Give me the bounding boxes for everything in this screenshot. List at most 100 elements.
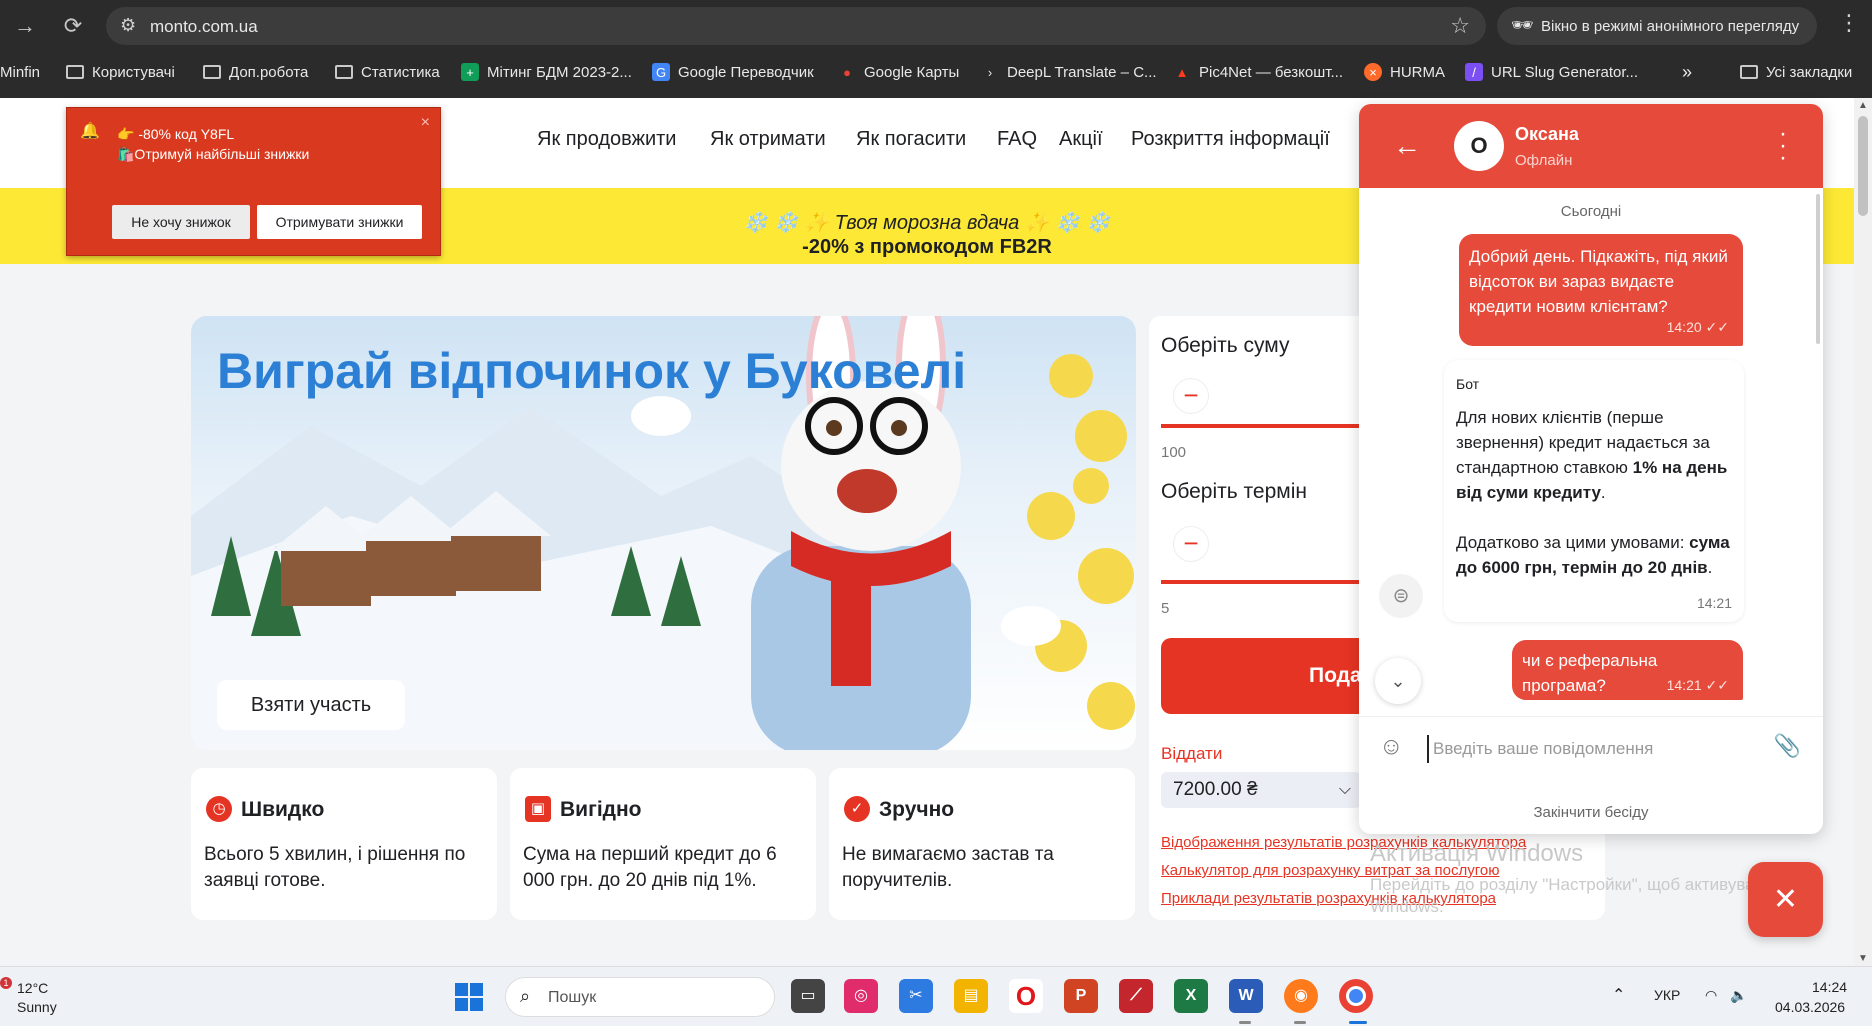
clock-time[interactable]: 14:24 [1812,979,1847,995]
nav-get[interactable]: Як отримати [710,128,826,151]
address-bar[interactable]: ⚙ monto.com.ua ☆ [106,7,1486,45]
feature-card-fast: ◷ Швидко Всього 5 хвилин, і рішення по з… [191,768,497,920]
forward-icon[interactable]: → [12,13,38,39]
bell-icon: 🔔 [80,123,100,140]
bookmark-label: Мітинг БДМ 2023-2... [487,63,632,81]
hurma-icon: × [1364,63,1382,81]
scrollbar-thumb[interactable] [1858,116,1868,216]
feature-title: Швидко [241,798,325,821]
bookmark-label: Статистика [361,63,440,81]
nav-repay[interactable]: Як погасити [856,128,966,151]
check-icon: ✓ [844,796,870,822]
hero-participate-button[interactable]: Взяти участь [217,680,405,730]
agent-status: Офлайн [1515,152,1573,169]
windows-taskbar: 1 12°C Sunny ⌕ Пошук ▭ ◎ ✂ ▤ O P ⟋ X W ◉… [0,966,1872,1026]
file-explorer-icon[interactable]: ▤ [954,979,988,1013]
wifi-icon[interactable]: ◠ [1705,987,1717,1004]
notification-close-icon[interactable]: × [421,114,430,132]
incognito-indicator[interactable]: 🕶 Вікно в режимі анонімного перегляду [1497,7,1817,45]
back-arrow-icon[interactable]: ← [1393,130,1421,162]
search-icon: ⌕ [520,986,531,1006]
bookmark-star-icon[interactable]: ☆ [1450,13,1470,39]
site-info-icon[interactable]: ⚙ [120,15,136,36]
slug-icon: / [1465,63,1483,81]
nav-promotions[interactable]: Акції [1059,128,1103,151]
browser-menu-icon[interactable]: ⋮ [1838,10,1860,36]
chat-scrollbar[interactable] [1816,194,1820,344]
nav-faq[interactable]: FAQ [997,128,1037,151]
bookmark-pic4net[interactable]: ▲ Pic4Net — безкошт... [1173,61,1343,83]
chat-close-button[interactable]: ✕ [1748,862,1823,937]
reload-icon[interactable]: ⟳ [60,13,86,39]
pdf-reader-icon[interactable]: ⟋ [1119,979,1153,1013]
term-min: 5 [1161,600,1170,617]
scroll-down-icon[interactable]: ▼ [1858,953,1868,964]
folder-icon [335,65,353,79]
firefox-icon[interactable]: ◉ [1284,979,1318,1013]
message-text: чи є реферальна програма? [1522,651,1658,695]
bookmark-minfin[interactable]: Minfin [0,61,40,83]
message-time: 14:21 ✓✓ [1666,677,1729,693]
message-text: Добрий день. Підкажіть, під який відсото… [1469,247,1728,316]
message-time: 14:21 [1696,595,1732,611]
excel-icon[interactable]: X [1174,979,1208,1013]
decline-discounts-button[interactable]: Не хочу знижок [112,205,250,239]
chat-menu-icon[interactable]: · · · [1779,122,1787,170]
pic4net-icon: ▲ [1175,64,1189,80]
weather-description[interactable]: Sunny [17,999,57,1015]
nav-extend[interactable]: Як продовжити [537,128,676,151]
powerpoint-icon[interactable]: P [1064,979,1098,1013]
emoji-icon[interactable]: ☺ [1379,733,1404,761]
weather-temperature[interactable]: 12°C [17,980,48,996]
clock-icon: ◷ [206,796,232,822]
task-view-icon[interactable]: ▭ [791,979,825,1013]
sum-decrease-button[interactable]: − [1173,378,1209,414]
volume-icon[interactable]: 🔈 [1730,987,1747,1004]
firefox-running-indicator [1294,1021,1306,1024]
scroll-up-icon[interactable]: ▲ [1858,100,1868,111]
bookmark-google-maps[interactable]: ● Google Карты [838,61,959,83]
bookmark-google-translate[interactable]: G Google Переводчик [652,61,814,83]
snipping-tool-icon[interactable]: ✂ [899,979,933,1013]
bookmark-users[interactable]: Користувачі [66,61,175,83]
hero-title: Виграй відпочинок у Буковелі [217,343,967,399]
taskbar-search[interactable]: ⌕ Пошук [505,977,775,1017]
message-input[interactable] [1427,735,1757,763]
page-scrollbar[interactable]: ▲ ▼ [1854,98,1872,966]
bookmark-meeting[interactable]: + Мітинг БДМ 2023-2... [461,61,632,83]
url-text[interactable]: monto.com.ua [150,17,258,37]
clock-date[interactable]: 04.03.2026 [1775,999,1845,1015]
notification-text: 👉 -80% код Y8FL 🛍️Отримуй найбільші зниж… [117,124,367,164]
word-icon[interactable]: W [1229,979,1263,1013]
chevron-down-icon: ⌵ [1338,781,1351,798]
bookmark-url-slug[interactable]: / URL Slug Generator... [1465,61,1638,83]
nav-disclosure[interactable]: Розкриття інформації [1131,128,1330,151]
tray-overflow-icon[interactable]: ⌃ [1612,985,1625,1005]
bot-paragraph-1: Для нових клієнтів (перше звернення) кре… [1456,408,1728,502]
chrome-icon[interactable] [1339,979,1373,1013]
scroll-down-button[interactable]: ⌄ [1375,658,1421,704]
input-language[interactable]: УКР [1654,987,1680,1003]
accept-discounts-button[interactable]: Отримувати знижки [257,205,422,239]
feature-text: Не вимагаємо застав та поручителів. [842,844,1054,891]
hero-banner[interactable]: Виграй відпочинок у Буковелі Взяти участ… [191,316,1136,750]
bookmark-hurma[interactable]: × HURMA [1364,61,1445,83]
creative-cloud-icon[interactable]: ◎ [844,979,878,1013]
term-decrease-button[interactable]: − [1173,526,1209,562]
bookmark-extra-work[interactable]: Доп.робота [203,61,308,83]
opera-icon[interactable]: O [1009,979,1043,1013]
agent-avatar: О [1454,121,1504,171]
return-amount-select[interactable]: 7200.00 ₴ ⌵ [1161,772,1361,808]
bookmark-deepl[interactable]: › DeepL Translate – С... [981,61,1157,83]
feature-title: Зручно [879,798,955,821]
chat-widget: ← О Оксана Офлайн · · · Сьогодні Добрий де… [1359,104,1823,834]
bookmark-statistics[interactable]: Статистика [335,61,440,83]
attachment-icon[interactable]: 📎 [1774,733,1801,759]
bookmarks-bar: Minfin Користувачі Доп.робота Статистика… [0,56,1872,88]
bookmark-all[interactable]: Усі закладки [1740,61,1852,83]
wallet-icon: ▣ [525,796,551,822]
bookmarks-overflow-icon[interactable]: » [1682,61,1692,83]
end-chat-button[interactable]: Закінчити бесіду [1359,804,1823,821]
start-button[interactable] [455,983,483,1011]
folder-icon [203,65,221,79]
